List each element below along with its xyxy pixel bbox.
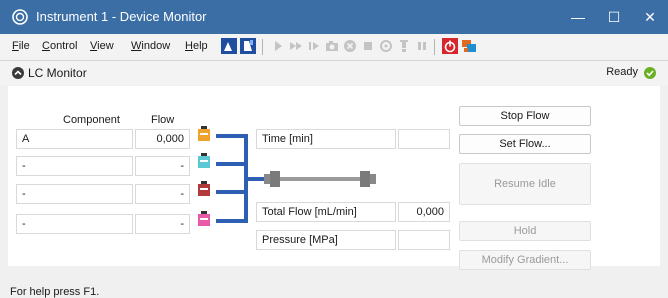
stop-square-icon[interactable] [360,38,376,54]
lc-monitor-panel: Component Flow A 0,000 - - - - - - Time … [8,86,660,270]
hold-button[interactable]: Hold [459,221,591,241]
stop-circle-icon[interactable] [342,38,358,54]
solvent-bottle-icon [198,211,210,226]
ready-check-icon [644,67,656,79]
set-flow-button[interactable]: Set Flow... [459,134,591,154]
total-flow-value: 0,000 [398,202,450,222]
column-icon [264,171,376,187]
step-icon[interactable] [306,38,322,54]
pressure-label: Pressure [MPa] [256,230,396,250]
component-cell-b: - [16,156,133,176]
menu-file[interactable]: File [12,40,30,52]
power-icon[interactable] [442,38,458,54]
window-titlebar: Instrument 1 - Device Monitor — ☐ ✕ [0,0,668,34]
flow-cell-a: 0,000 [135,129,190,149]
flow-header: Flow [151,114,175,126]
network-icon[interactable] [461,38,477,54]
time-value [398,129,450,149]
menu-help[interactable]: Help [185,40,208,52]
component-cell-a: A [16,129,133,149]
close-button[interactable]: ✕ [632,0,668,34]
edit-icon[interactable] [221,38,237,54]
panel-title: LC Monitor [28,66,87,80]
panel-header: LC Monitor Ready [0,61,668,85]
toolbar-separator [434,39,435,55]
flow-cell-b: - [135,156,190,176]
menu-view[interactable]: View [90,40,114,52]
toolbar-separator [262,39,263,55]
time-label: Time [min] [256,129,396,149]
status-bar-text: For help press F1. [10,286,100,298]
settings-icon[interactable] [378,38,394,54]
solvent-bottle-icon [198,126,210,141]
minimize-button[interactable]: — [560,0,596,34]
flow-cell-d: - [135,214,190,234]
maximize-button[interactable]: ☐ [596,0,632,34]
collapse-chevron-icon[interactable] [12,67,24,79]
flow-cell-c: - [135,184,190,204]
pause-icon[interactable] [414,38,430,54]
component-header: Component [63,114,120,126]
solvent-bottle-icon [198,153,210,168]
play-icon[interactable] [270,38,286,54]
ready-status-text: Ready [606,66,638,78]
pressure-value [398,230,450,250]
solvent-bottle-icon [198,181,210,196]
menu-window[interactable]: Window [131,40,170,52]
window-title: Instrument 1 - Device Monitor [36,9,207,24]
stop-flow-button[interactable]: Stop Flow [459,106,591,126]
lamp-icon[interactable] [396,38,412,54]
menu-control[interactable]: Control [42,40,77,52]
component-cell-d: - [16,214,133,234]
fast-forward-icon[interactable] [288,38,304,54]
component-cell-c: - [16,184,133,204]
app-logo-icon [12,9,28,25]
resume-idle-button[interactable]: Resume Idle [459,163,591,205]
total-flow-label: Total Flow [mL/min] [256,202,396,222]
monitor-flask-icon[interactable] [240,38,256,54]
camera-icon[interactable] [324,38,340,54]
menubar: File Control View Window Help [0,34,668,61]
modify-gradient-button[interactable]: Modify Gradient... [459,250,591,270]
